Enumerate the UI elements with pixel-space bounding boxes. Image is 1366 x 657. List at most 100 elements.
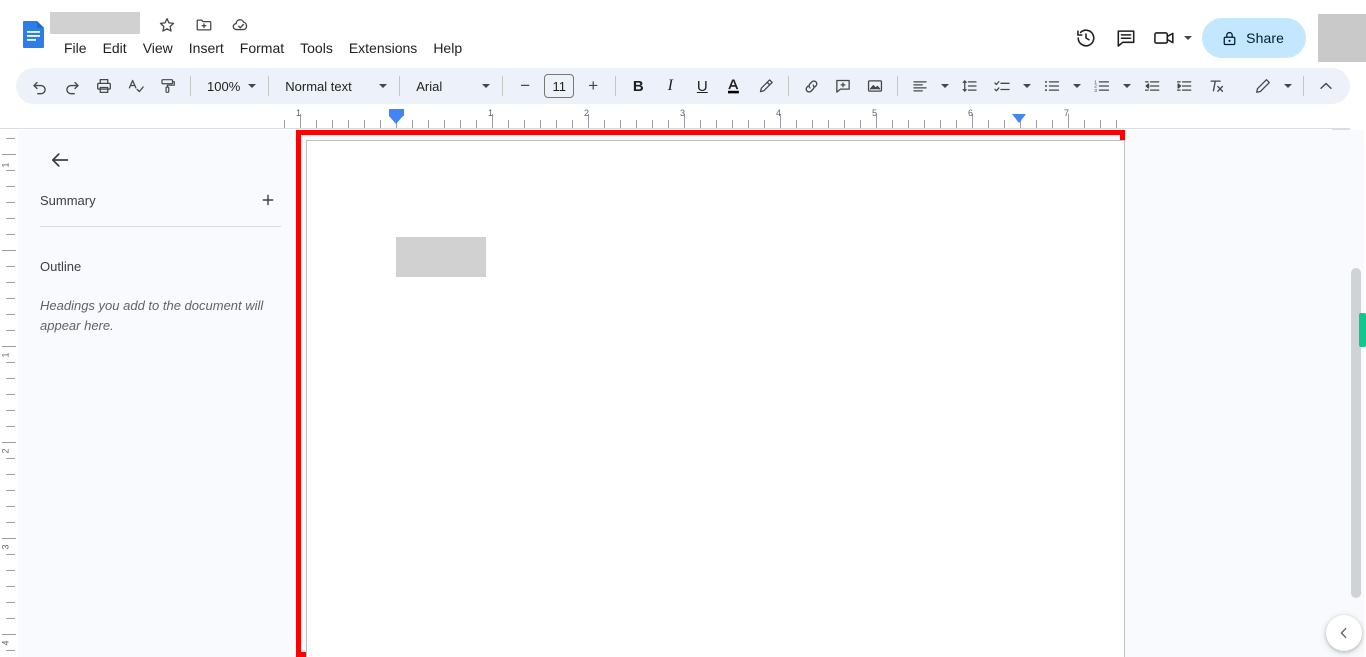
menu-file[interactable]: File: [56, 36, 95, 60]
move-to-folder-icon[interactable]: [193, 14, 215, 36]
ruler-number: 3: [680, 108, 686, 118]
chevron-down-icon[interactable]: [1184, 36, 1193, 40]
toolbar-divider: [615, 76, 617, 96]
document-page[interactable]: [306, 140, 1125, 657]
menu-tools[interactable]: Tools: [292, 36, 341, 60]
docs-file-icon[interactable]: [18, 18, 50, 50]
numbered-list-group: 1 2 3: [1086, 72, 1136, 100]
insert-image-button[interactable]: [861, 72, 889, 100]
document-canvas: [296, 130, 1350, 657]
decrease-indent-button[interactable]: [1138, 72, 1166, 100]
horizontal-ruler[interactable]: 1 1 2 3 4 5 6 7: [0, 106, 1350, 130]
chevron-down-icon: [1284, 84, 1292, 88]
share-button[interactable]: Share: [1202, 18, 1306, 58]
left-indent-marker[interactable]: [389, 109, 404, 116]
font-family-value: Arial: [416, 78, 443, 94]
collapse-toolbar-button[interactable]: [1312, 72, 1340, 100]
increase-indent-button[interactable]: [1170, 72, 1198, 100]
ruler-number: 1: [0, 352, 11, 358]
document-title-redacted[interactable]: [50, 12, 140, 34]
checklist-dropdown[interactable]: [1018, 72, 1036, 100]
lock-icon: [1223, 31, 1236, 45]
align-dropdown[interactable]: [936, 72, 954, 100]
menu-view[interactable]: View: [135, 36, 181, 60]
highlight-color-button[interactable]: [752, 72, 780, 100]
spellcheck-button[interactable]: [122, 72, 150, 100]
redo-button[interactable]: [58, 72, 86, 100]
line-spacing-button[interactable]: [956, 72, 984, 100]
menu-format[interactable]: Format: [232, 36, 292, 60]
font-family-selector[interactable]: Arial: [406, 72, 496, 100]
toolbar-divider: [502, 76, 504, 96]
undo-button[interactable]: [26, 72, 54, 100]
ruler-number: 1: [0, 162, 11, 168]
menu-edit[interactable]: Edit: [95, 36, 135, 60]
editing-mode-dropdown[interactable]: [1279, 72, 1297, 100]
add-summary-button[interactable]: [255, 187, 281, 213]
chevron-down-icon: [1073, 84, 1082, 88]
zoom-value: 100%: [207, 78, 241, 94]
plus-icon: [262, 194, 274, 206]
italic-button[interactable]: I: [656, 72, 684, 100]
vertical-scrollbar[interactable]: [1350, 130, 1364, 657]
top-bar: File Edit View Insert Format Tools Exten…: [0, 0, 1366, 66]
google-docs-window: File Edit View Insert Format Tools Exten…: [0, 0, 1366, 657]
svg-text:3: 3: [1094, 88, 1097, 94]
meet-camera-icon[interactable]: [1146, 18, 1194, 58]
chevron-down-icon: [482, 84, 491, 88]
ruler-number: 4: [776, 108, 782, 118]
comment-history-icon[interactable]: [1106, 18, 1146, 58]
first-line-indent-marker[interactable]: [389, 116, 403, 124]
clear-formatting-button[interactable]: [1202, 72, 1230, 100]
version-history-icon[interactable]: [1066, 18, 1106, 58]
summary-section-header: Summary: [40, 187, 281, 213]
right-indent-marker[interactable]: [1012, 114, 1026, 123]
bulleted-list-group: [1036, 72, 1086, 100]
share-button-label: Share: [1246, 30, 1284, 46]
outline-divider: [40, 226, 281, 227]
add-comment-button[interactable]: [829, 72, 857, 100]
decrease-font-size-button[interactable]: −: [511, 72, 539, 100]
toolbar-divider: [268, 76, 270, 96]
numbered-list-button[interactable]: 1 2 3: [1088, 72, 1116, 100]
vertical-ruler[interactable]: 1 1 2 3 4: [0, 130, 18, 657]
text-color-button[interactable]: [720, 72, 748, 100]
font-size-input[interactable]: 11: [544, 74, 575, 98]
star-icon[interactable]: [156, 14, 178, 36]
menu-insert[interactable]: Insert: [181, 36, 232, 60]
ruler-number: 3: [0, 544, 11, 550]
menu-extensions[interactable]: Extensions: [341, 36, 425, 60]
redacted-content-block: [396, 237, 486, 277]
bulleted-list-dropdown[interactable]: [1068, 72, 1086, 100]
collaborator-position-marker: [1359, 313, 1366, 347]
avatar-redacted[interactable]: [1318, 14, 1366, 62]
print-button[interactable]: [90, 72, 118, 100]
cloud-saved-icon[interactable]: [230, 14, 252, 36]
paint-format-button[interactable]: [154, 72, 182, 100]
ruler-number: 1: [488, 108, 494, 118]
zoom-selector[interactable]: 100%: [197, 72, 262, 100]
back-arrow-icon[interactable]: [40, 140, 80, 180]
toolbar-divider: [399, 76, 401, 96]
chevron-down-icon: [1123, 84, 1132, 88]
paragraph-style-selector[interactable]: Normal text: [275, 72, 393, 100]
increase-font-size-button[interactable]: +: [579, 72, 607, 100]
checklist-button[interactable]: [988, 72, 1016, 100]
align-button[interactable]: [906, 72, 934, 100]
chevron-down-icon: [379, 84, 388, 88]
ruler-number: 5: [872, 108, 878, 118]
numbered-list-dropdown[interactable]: [1118, 72, 1136, 100]
bold-button[interactable]: B: [624, 72, 652, 100]
menu-help[interactable]: Help: [425, 36, 470, 60]
align-group: [904, 72, 954, 100]
chevron-down-icon: [248, 84, 257, 88]
insert-link-button[interactable]: [797, 72, 825, 100]
editing-mode-button[interactable]: [1249, 72, 1277, 100]
underline-button[interactable]: U: [688, 72, 716, 100]
chevron-down-icon: [1023, 84, 1032, 88]
toolbar-divider: [897, 76, 899, 96]
show-side-panel-button[interactable]: [1326, 615, 1362, 651]
underline-label: U: [696, 77, 708, 95]
outline-empty-hint: Headings you add to the document will ap…: [40, 298, 264, 333]
bulleted-list-button[interactable]: [1038, 72, 1066, 100]
